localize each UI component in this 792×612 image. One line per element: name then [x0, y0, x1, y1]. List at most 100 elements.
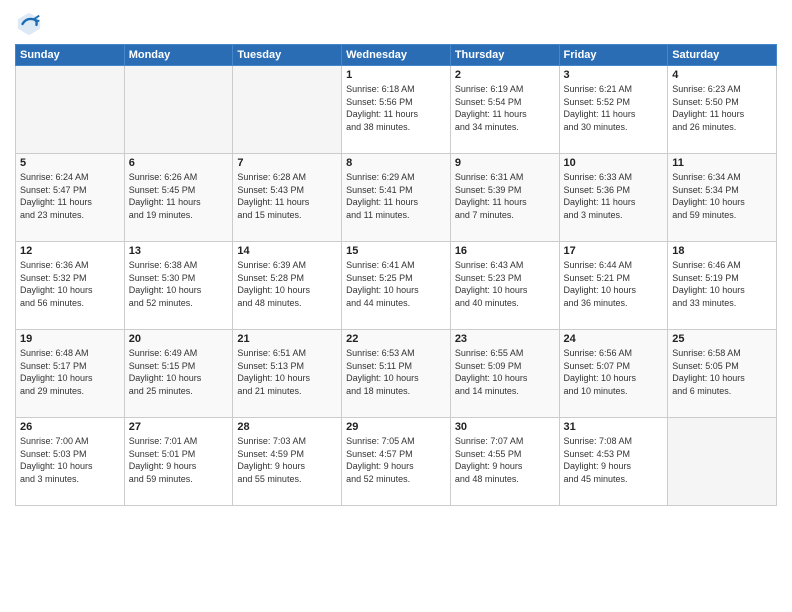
calendar-week-5: 26 Sunrise: 7:00 AM Sunset: 5:03 PM Dayli… — [16, 418, 777, 506]
day-info: Sunrise: 7:08 AM Sunset: 4:53 PM Dayligh… — [564, 435, 664, 485]
day-info: Sunrise: 6:48 AM Sunset: 5:17 PM Dayligh… — [20, 347, 120, 397]
calendar-cell: 20 Sunrise: 6:49 AM Sunset: 5:15 PM Dayli… — [124, 330, 233, 418]
calendar-cell: 28 Sunrise: 7:03 AM Sunset: 4:59 PM Dayli… — [233, 418, 342, 506]
calendar-cell: 10 Sunrise: 6:33 AM Sunset: 5:36 PM Dayli… — [559, 154, 668, 242]
day-info: Sunrise: 6:34 AM Sunset: 5:34 PM Dayligh… — [672, 171, 772, 221]
day-info: Sunrise: 6:41 AM Sunset: 5:25 PM Dayligh… — [346, 259, 446, 309]
day-info: Sunrise: 6:18 AM Sunset: 5:56 PM Dayligh… — [346, 83, 446, 133]
day-number: 13 — [129, 245, 229, 257]
day-number: 19 — [20, 333, 120, 345]
calendar-cell: 14Sunrise: 6:39 AM Sunset: 5:28 PM Dayli… — [233, 242, 342, 330]
day-info: Sunrise: 6:51 AM Sunset: 5:13 PM Dayligh… — [237, 347, 337, 397]
weekday-header-friday: Friday — [559, 45, 668, 66]
calendar-cell: 9Sunrise: 6:31 AM Sunset: 5:39 PM Daylig… — [450, 154, 559, 242]
day-number: 18 — [672, 245, 772, 257]
calendar-cell — [668, 418, 777, 506]
day-info: Sunrise: 6:28 AM Sunset: 5:43 PM Dayligh… — [237, 171, 337, 221]
calendar-cell: 31Sunrise: 7:08 AM Sunset: 4:53 PM Dayli… — [559, 418, 668, 506]
calendar-cell — [124, 66, 233, 154]
day-info: Sunrise: 6:53 AM Sunset: 5:11 PM Dayligh… — [346, 347, 446, 397]
day-info: Sunrise: 6:55 AM Sunset: 5:09 PM Dayligh… — [455, 347, 555, 397]
day-number: 9 — [455, 157, 555, 169]
calendar-cell: 12Sunrise: 6:36 AM Sunset: 5:32 PM Dayli… — [16, 242, 125, 330]
day-number: 24 — [564, 333, 664, 345]
calendar-cell: 4 Sunrise: 6:23 AM Sunset: 5:50 PM Daylig… — [668, 66, 777, 154]
calendar-cell: 26 Sunrise: 7:00 AM Sunset: 5:03 PM Dayli… — [16, 418, 125, 506]
calendar-cell: 30Sunrise: 7:07 AM Sunset: 4:55 PM Dayli… — [450, 418, 559, 506]
day-info: Sunrise: 6:38 AM Sunset: 5:30 PM Dayligh… — [129, 259, 229, 309]
day-info: Sunrise: 6:46 AM Sunset: 5:19 PM Dayligh… — [672, 259, 772, 309]
day-number: 15 — [346, 245, 446, 257]
weekday-header-monday: Monday — [124, 45, 233, 66]
calendar-cell: 1 Sunrise: 6:18 AM Sunset: 5:56 PM Daylig… — [342, 66, 451, 154]
day-number: 28 — [237, 421, 337, 433]
day-info: Sunrise: 7:01 AM Sunset: 5:01 PM Dayligh… — [129, 435, 229, 485]
day-number: 12 — [20, 245, 120, 257]
calendar-week-1: 1 Sunrise: 6:18 AM Sunset: 5:56 PM Daylig… — [16, 66, 777, 154]
day-number: 4 — [672, 69, 772, 81]
day-number: 29 — [346, 421, 446, 433]
weekday-header-saturday: Saturday — [668, 45, 777, 66]
logo — [15, 10, 47, 38]
day-number: 6 — [129, 157, 229, 169]
day-number: 20 — [129, 333, 229, 345]
header — [15, 10, 777, 38]
calendar-cell: 22 Sunrise: 6:53 AM Sunset: 5:11 PM Dayli… — [342, 330, 451, 418]
day-number: 14 — [237, 245, 337, 257]
calendar-cell: 18 Sunrise: 6:46 AM Sunset: 5:19 PM Dayli… — [668, 242, 777, 330]
day-number: 26 — [20, 421, 120, 433]
calendar-cell: 11 Sunrise: 6:34 AM Sunset: 5:34 PM Dayli… — [668, 154, 777, 242]
day-number: 8 — [346, 157, 446, 169]
day-number: 1 — [346, 69, 446, 81]
day-number: 3 — [564, 69, 664, 81]
calendar-cell: 24Sunrise: 6:56 AM Sunset: 5:07 PM Dayli… — [559, 330, 668, 418]
day-info: Sunrise: 6:44 AM Sunset: 5:21 PM Dayligh… — [564, 259, 664, 309]
day-info: Sunrise: 7:00 AM Sunset: 5:03 PM Dayligh… — [20, 435, 120, 485]
day-number: 16 — [455, 245, 555, 257]
day-number: 25 — [672, 333, 772, 345]
calendar-cell: 3 Sunrise: 6:21 AM Sunset: 5:52 PM Daylig… — [559, 66, 668, 154]
day-number: 5 — [20, 157, 120, 169]
day-number: 11 — [672, 157, 772, 169]
calendar-cell — [233, 66, 342, 154]
calendar-cell: 29 Sunrise: 7:05 AM Sunset: 4:57 PM Dayli… — [342, 418, 451, 506]
day-number: 22 — [346, 333, 446, 345]
day-info: Sunrise: 6:26 AM Sunset: 5:45 PM Dayligh… — [129, 171, 229, 221]
calendar-table: SundayMondayTuesdayWednesdayThursdayFrid… — [15, 44, 777, 506]
day-info: Sunrise: 6:21 AM Sunset: 5:52 PM Dayligh… — [564, 83, 664, 133]
day-number: 17 — [564, 245, 664, 257]
calendar-cell: 7 Sunrise: 6:28 AM Sunset: 5:43 PM Daylig… — [233, 154, 342, 242]
calendar-cell: 8 Sunrise: 6:29 AM Sunset: 5:41 PM Daylig… — [342, 154, 451, 242]
page: SundayMondayTuesdayWednesdayThursdayFrid… — [0, 0, 792, 612]
day-info: Sunrise: 7:03 AM Sunset: 4:59 PM Dayligh… — [237, 435, 337, 485]
day-number: 30 — [455, 421, 555, 433]
day-info: Sunrise: 6:49 AM Sunset: 5:15 PM Dayligh… — [129, 347, 229, 397]
calendar-cell: 21 Sunrise: 6:51 AM Sunset: 5:13 PM Dayli… — [233, 330, 342, 418]
day-info: Sunrise: 6:24 AM Sunset: 5:47 PM Dayligh… — [20, 171, 120, 221]
calendar-week-2: 5 Sunrise: 6:24 AM Sunset: 5:47 PM Daylig… — [16, 154, 777, 242]
day-info: Sunrise: 6:43 AM Sunset: 5:23 PM Dayligh… — [455, 259, 555, 309]
calendar-cell: 2 Sunrise: 6:19 AM Sunset: 5:54 PM Daylig… — [450, 66, 559, 154]
day-info: Sunrise: 6:29 AM Sunset: 5:41 PM Dayligh… — [346, 171, 446, 221]
day-number: 21 — [237, 333, 337, 345]
day-info: Sunrise: 6:58 AM Sunset: 5:05 PM Dayligh… — [672, 347, 772, 397]
weekday-header-sunday: Sunday — [16, 45, 125, 66]
weekday-header-wednesday: Wednesday — [342, 45, 451, 66]
calendar-cell: 13 Sunrise: 6:38 AM Sunset: 5:30 PM Dayli… — [124, 242, 233, 330]
day-info: Sunrise: 6:19 AM Sunset: 5:54 PM Dayligh… — [455, 83, 555, 133]
calendar-week-3: 12Sunrise: 6:36 AM Sunset: 5:32 PM Dayli… — [16, 242, 777, 330]
day-number: 2 — [455, 69, 555, 81]
day-info: Sunrise: 6:23 AM Sunset: 5:50 PM Dayligh… — [672, 83, 772, 133]
calendar-cell: 23 Sunrise: 6:55 AM Sunset: 5:09 PM Dayli… — [450, 330, 559, 418]
calendar-cell: 27Sunrise: 7:01 AM Sunset: 5:01 PM Dayli… — [124, 418, 233, 506]
day-info: Sunrise: 7:05 AM Sunset: 4:57 PM Dayligh… — [346, 435, 446, 485]
day-number: 7 — [237, 157, 337, 169]
day-info: Sunrise: 6:33 AM Sunset: 5:36 PM Dayligh… — [564, 171, 664, 221]
day-number: 10 — [564, 157, 664, 169]
weekday-header-tuesday: Tuesday — [233, 45, 342, 66]
calendar-cell: 25 Sunrise: 6:58 AM Sunset: 5:05 PM Dayli… — [668, 330, 777, 418]
calendar-cell: 5 Sunrise: 6:24 AM Sunset: 5:47 PM Daylig… — [16, 154, 125, 242]
day-number: 23 — [455, 333, 555, 345]
calendar-cell: 16 Sunrise: 6:43 AM Sunset: 5:23 PM Dayli… — [450, 242, 559, 330]
calendar-cell — [16, 66, 125, 154]
